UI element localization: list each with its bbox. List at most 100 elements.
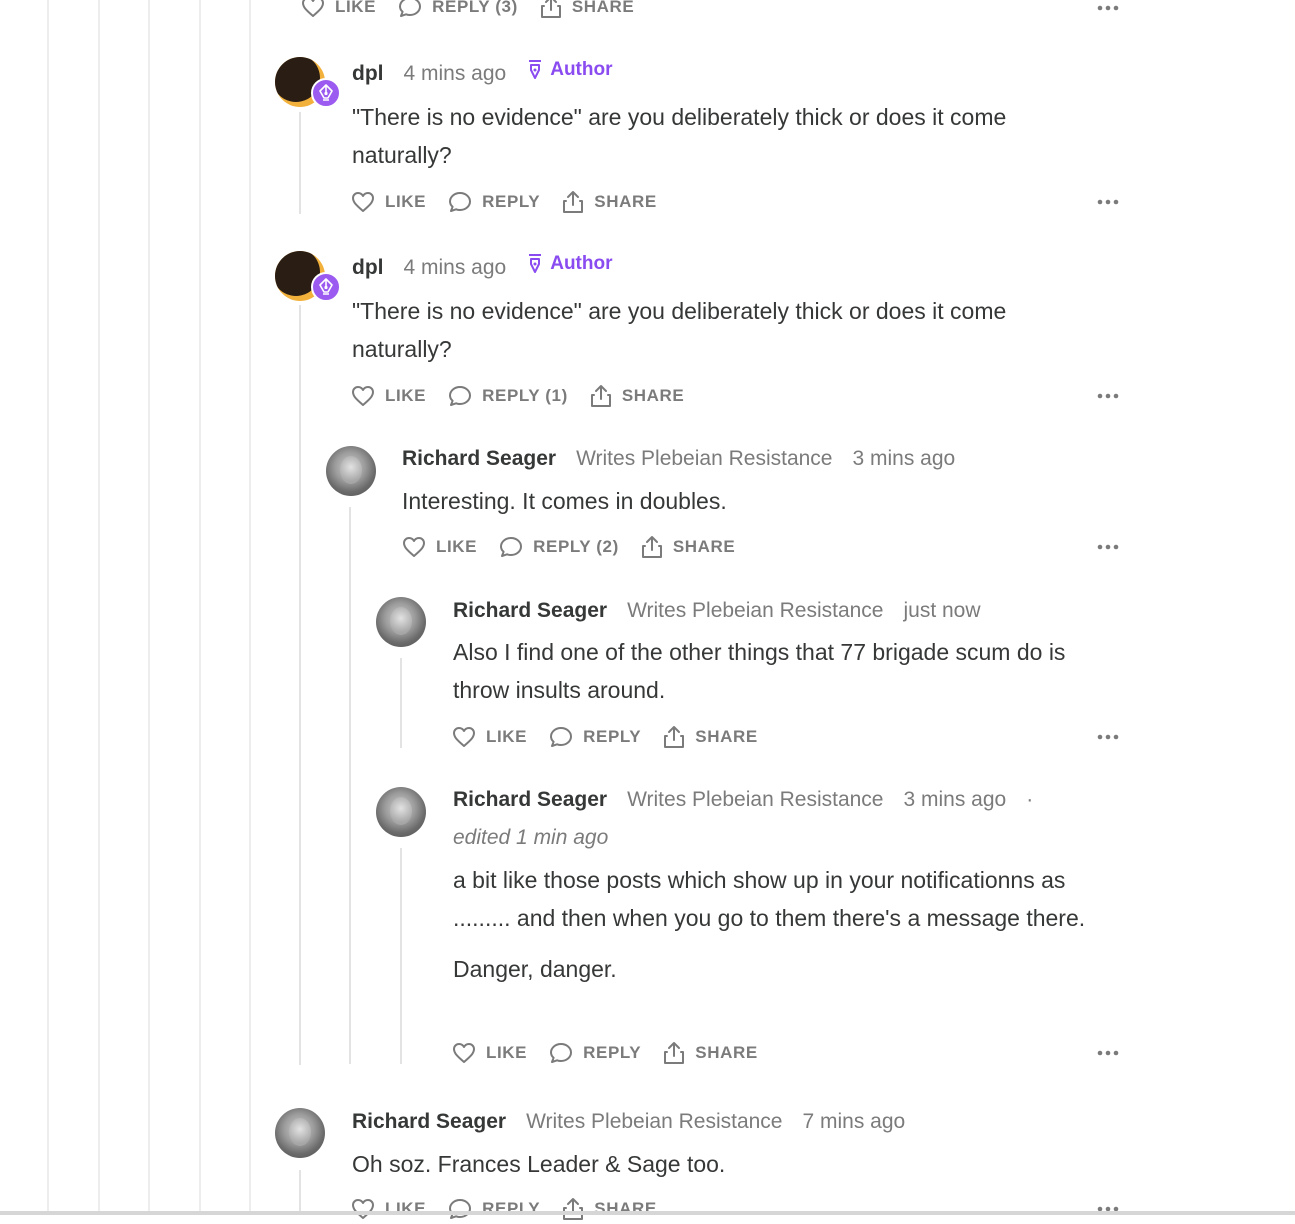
more-options-icon[interactable]	[1097, 734, 1119, 740]
more-options-icon[interactable]	[1097, 5, 1119, 11]
author-name[interactable]: dpl	[352, 62, 384, 86]
comment-text: Oh soz. Frances Leader & Sage too.	[352, 1151, 726, 1177]
reply-button[interactable]: REPLY	[448, 1198, 540, 1220]
like-button[interactable]: LIKE	[301, 0, 376, 18]
author-name[interactable]: Richard Seager	[402, 447, 556, 471]
timestamp[interactable]: 3 mins ago	[903, 788, 1006, 812]
author-badge-icon	[311, 272, 341, 302]
like-label: LIKE	[385, 1199, 427, 1218]
like-label: LIKE	[486, 727, 528, 746]
thread-guide-line	[47, 0, 49, 1215]
like-label: LIKE	[486, 1043, 528, 1062]
timestamp[interactable]: 4 mins ago	[404, 62, 507, 86]
thread-line	[400, 848, 402, 1064]
like-button[interactable]: LIKE	[351, 385, 426, 407]
speech-bubble-icon	[550, 1043, 573, 1063]
share-label: SHARE	[695, 1043, 758, 1062]
comment-meta: dpl 4 mins ago Author	[352, 59, 613, 86]
comment-actions: LIKE REPLY (2) SHARE	[402, 532, 757, 562]
share-icon	[664, 1042, 685, 1064]
comment-meta: Richard Seager Writes Plebeian Resistanc…	[453, 599, 981, 623]
share-label: SHARE	[672, 537, 736, 556]
comment-text: Also I find one of the other things that…	[453, 639, 1066, 703]
avatar[interactable]	[275, 1108, 325, 1158]
author-badge: Author	[528, 253, 613, 275]
author-name[interactable]: Richard Seager	[453, 599, 607, 623]
share-icon	[664, 726, 685, 748]
avatar[interactable]	[376, 597, 426, 647]
share-button[interactable]: SHARE	[562, 1197, 657, 1221]
like-button[interactable]: LIKE	[351, 1198, 426, 1220]
comment-actions: LIKE REPLY SHARE	[452, 722, 780, 752]
publication-link[interactable]: Writes Plebeian Resistance	[627, 788, 883, 812]
heart-icon	[403, 537, 425, 557]
comment-body: Interesting. It comes in doubles.	[402, 482, 1122, 520]
thread-line	[299, 1170, 301, 1215]
speech-bubble-icon	[550, 727, 573, 747]
comment-body: Also I find one of the other things that…	[453, 633, 1125, 709]
share-button[interactable]: SHARE	[641, 535, 736, 559]
author-name[interactable]: Richard Seager	[453, 788, 607, 812]
avatar[interactable]	[326, 446, 376, 496]
reply-label: REPLY (3)	[432, 0, 518, 16]
publication-link[interactable]: Writes Plebeian Resistance	[526, 1110, 782, 1134]
share-button[interactable]: SHARE	[590, 384, 685, 408]
more-options-icon[interactable]	[1097, 393, 1119, 399]
speech-bubble-icon	[449, 1199, 472, 1219]
reply-button[interactable]: REPLY	[448, 191, 540, 213]
timestamp[interactable]: just now	[903, 599, 980, 623]
thread-line	[299, 305, 301, 1065]
avatar[interactable]	[376, 787, 426, 837]
publication-link[interactable]: Writes Plebeian Resistance	[576, 447, 832, 471]
reply-button[interactable]: REPLY (3)	[398, 0, 518, 18]
speech-bubble-icon	[399, 0, 422, 17]
reply-button[interactable]: REPLY	[549, 726, 641, 748]
comment-text: a bit like those posts which show up in …	[453, 867, 1086, 931]
more-options-icon[interactable]	[1097, 1050, 1119, 1056]
more-options-icon[interactable]	[1097, 544, 1119, 550]
share-button[interactable]: SHARE	[663, 725, 758, 749]
like-button[interactable]: LIKE	[402, 536, 477, 558]
like-button[interactable]: LIKE	[351, 191, 426, 213]
timestamp[interactable]: 3 mins ago	[852, 447, 955, 471]
share-label: SHARE	[571, 0, 635, 16]
comment-body: a bit like those posts which show up in …	[453, 861, 1125, 988]
comment-text: "There is no evidence" are you deliberat…	[352, 298, 1007, 362]
comment-actions: LIKE REPLY (1) SHARE	[351, 381, 706, 411]
heart-icon	[352, 1199, 374, 1219]
reply-label: REPLY	[482, 192, 541, 211]
share-label: SHARE	[621, 386, 685, 405]
reply-button[interactable]: REPLY	[549, 1042, 641, 1064]
share-button[interactable]: SHARE	[540, 0, 635, 19]
share-button[interactable]: SHARE	[562, 190, 657, 214]
thread-guide-line	[199, 0, 201, 1215]
comment-body: "There is no evidence" are you deliberat…	[352, 292, 1112, 368]
timestamp[interactable]: 7 mins ago	[802, 1110, 905, 1134]
comment-meta: Richard Seager Writes Plebeian Resistanc…	[352, 1110, 905, 1134]
thread-line	[299, 112, 301, 214]
share-icon	[563, 191, 584, 213]
like-button[interactable]: LIKE	[452, 726, 527, 748]
speech-bubble-icon	[500, 537, 523, 557]
comment-meta: Richard Seager Writes Plebeian Resistanc…	[402, 447, 955, 471]
more-options-icon[interactable]	[1097, 199, 1119, 205]
share-label: SHARE	[594, 1199, 657, 1218]
share-label: SHARE	[594, 192, 657, 211]
reply-label: REPLY	[482, 1199, 541, 1218]
author-name[interactable]: Richard Seager	[352, 1110, 506, 1134]
comment-meta: dpl 4 mins ago Author	[352, 253, 613, 280]
reply-label: REPLY	[583, 727, 642, 746]
thread-guide-line	[98, 0, 100, 1215]
comment-body: Oh soz. Frances Leader & Sage too.	[352, 1145, 1112, 1183]
author-name[interactable]: dpl	[352, 256, 384, 280]
share-button[interactable]: SHARE	[663, 1041, 758, 1065]
timestamp[interactable]: 4 mins ago	[404, 256, 507, 280]
reply-button[interactable]: REPLY (1)	[448, 385, 568, 407]
comment-text: Danger, danger.	[453, 956, 617, 982]
reply-button[interactable]: REPLY (2)	[499, 536, 619, 558]
heart-icon	[352, 192, 374, 212]
thread-line	[400, 658, 402, 748]
like-button[interactable]: LIKE	[452, 1042, 527, 1064]
comment-actions: LIKE REPLY SHARE	[351, 1194, 679, 1224]
publication-link[interactable]: Writes Plebeian Resistance	[627, 599, 883, 623]
